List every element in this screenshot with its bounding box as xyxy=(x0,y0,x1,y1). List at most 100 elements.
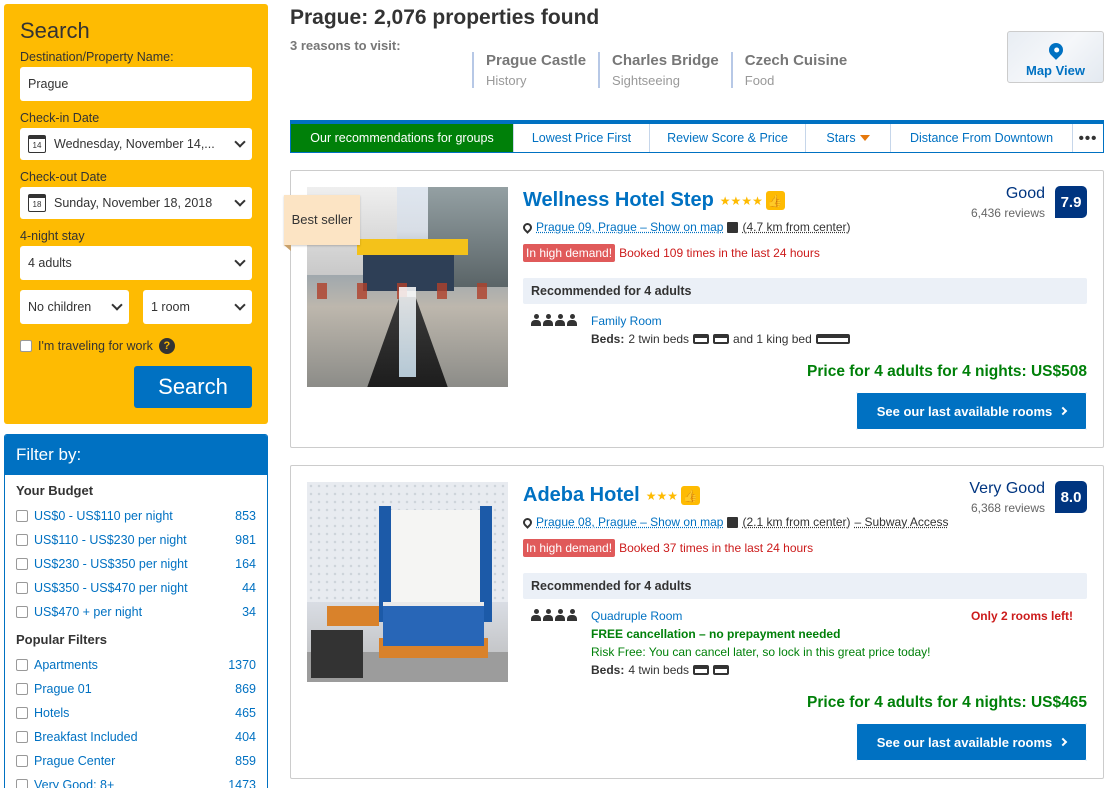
beds-text: and 1 king bed xyxy=(733,332,812,346)
destination-input[interactable]: Prague xyxy=(20,67,252,101)
hotel-location: Prague 09, Prague – Show on map (4.7 km … xyxy=(521,220,851,234)
map-view-button[interactable]: Map View xyxy=(1007,31,1104,83)
checkin-label: Check-in Date xyxy=(20,111,100,125)
filter-checkbox[interactable] xyxy=(16,510,28,522)
see-rooms-button[interactable]: See our last available rooms xyxy=(856,723,1087,761)
beds-label: Beds: xyxy=(591,663,625,677)
work-travel-checkbox[interactable] xyxy=(20,340,32,352)
risk-free-text: Risk Free: You can cancel later, so lock… xyxy=(591,645,931,659)
destination-label: Destination/Property Name: xyxy=(20,50,174,64)
search-title: Search xyxy=(20,18,90,43)
filter-count: 404 xyxy=(235,730,256,744)
filter-label: Prague 01 xyxy=(34,682,92,696)
filter-checkbox[interactable] xyxy=(16,582,28,594)
filter-item[interactable]: US$470 + per night 34 xyxy=(16,600,256,624)
chevron-down-icon xyxy=(234,195,246,207)
popular-filter-section: Popular Filters Apartments 1370 Prague 01… xyxy=(5,624,267,788)
filter-item[interactable]: US$110 - US$230 per night 981 xyxy=(16,528,256,552)
occupancy-icons xyxy=(531,609,577,621)
search-button[interactable]: Search xyxy=(134,366,252,408)
filter-checkbox[interactable] xyxy=(16,534,28,546)
bed-icon xyxy=(693,665,710,675)
children-select[interactable]: No children xyxy=(20,290,129,324)
hotel-name[interactable]: Adeba Hotel xyxy=(523,484,640,507)
chevron-right-icon xyxy=(1059,737,1068,747)
rooms-value: 1 room xyxy=(151,300,190,314)
thumbs-up-icon: 👍 xyxy=(765,191,785,210)
map-pin-icon xyxy=(1045,40,1066,60)
checkout-date-picker[interactable]: 18 Sunday, November 18, 2018 xyxy=(20,187,252,219)
filter-item[interactable]: US$230 - US$350 per night 164 xyxy=(16,552,256,576)
show-on-map-link[interactable]: Prague 08, Prague – Show on map xyxy=(536,515,723,529)
filter-count: 1473 xyxy=(228,778,256,788)
chevron-down-icon xyxy=(111,299,123,311)
hotel-location: Prague 08, Prague – Show on map (2.1 km … xyxy=(521,515,949,529)
filter-item[interactable]: Hotels 465 xyxy=(16,701,256,725)
room-type-link[interactable]: Family Room xyxy=(591,314,662,328)
show-on-map-link[interactable]: Prague 09, Prague – Show on map xyxy=(536,220,723,234)
filter-checkbox[interactable] xyxy=(16,683,28,695)
sort-more-button[interactable]: ••• xyxy=(1073,124,1103,152)
chevron-down-icon xyxy=(234,255,246,267)
filter-checkbox[interactable] xyxy=(16,707,28,719)
reason-item[interactable]: Czech Cuisine Food xyxy=(730,52,860,88)
filter-item[interactable]: Prague 01 869 xyxy=(16,677,256,701)
sort-tab-lowest-price[interactable]: Lowest Price First xyxy=(514,124,650,152)
rooms-select[interactable]: 1 room xyxy=(143,290,252,324)
person-icon xyxy=(555,314,565,326)
filter-label: Hotels xyxy=(34,706,70,720)
search-panel: Search Destination/Property Name: Prague… xyxy=(4,4,268,424)
filter-item[interactable]: US$0 - US$110 per night 853 xyxy=(16,504,256,528)
reason-item[interactable]: Charles Bridge Sightseeing xyxy=(598,52,731,88)
booked-count-text: Booked 109 times in the last 24 hours xyxy=(619,246,820,260)
free-cancellation-text: FREE cancellation – no prepayment needed xyxy=(591,627,841,641)
filter-count: 859 xyxy=(235,754,256,768)
work-travel-label[interactable]: I'm traveling for work xyxy=(38,339,153,353)
hotel-name[interactable]: Wellness Hotel Step xyxy=(523,189,714,212)
sort-tab-review-score-price[interactable]: Review Score & Price xyxy=(650,124,806,152)
person-icon xyxy=(567,314,577,326)
star-rating: ★★★★ xyxy=(719,193,763,208)
filter-checkbox[interactable] xyxy=(16,755,28,767)
review-count[interactable]: 6,368 reviews xyxy=(971,501,1045,515)
sort-tab-stars[interactable]: Stars xyxy=(806,124,891,152)
reason-name: Charles Bridge xyxy=(612,52,719,69)
filter-label: US$0 - US$110 per night xyxy=(34,509,173,523)
filter-checkbox[interactable] xyxy=(16,606,28,618)
filter-label: Very Good: 8+ xyxy=(34,778,115,788)
filter-checkbox[interactable] xyxy=(16,659,28,671)
review-score-badge: 8.0 xyxy=(1055,481,1087,513)
sort-tab-stars-label: Stars xyxy=(826,131,856,145)
reason-category: Food xyxy=(744,73,775,88)
checkin-value: Wednesday, November 14,... xyxy=(54,137,215,151)
filter-item[interactable]: Prague Center 859 xyxy=(16,749,256,773)
person-icon xyxy=(543,609,553,621)
person-icon xyxy=(555,609,565,621)
sort-tab-distance[interactable]: Distance From Downtown xyxy=(891,124,1073,152)
filter-item[interactable]: Very Good: 8+ 1473 xyxy=(16,773,256,788)
high-demand-badge: In high demand! xyxy=(523,539,616,557)
filter-item[interactable]: Breakfast Included 404 xyxy=(16,725,256,749)
sort-tab-recommendations[interactable]: Our recommendations for groups xyxy=(291,124,514,152)
review-count[interactable]: 6,436 reviews xyxy=(971,206,1045,220)
work-travel-option: I'm traveling for work ? xyxy=(20,338,252,354)
see-rooms-button[interactable]: See our last available rooms xyxy=(856,392,1087,430)
filter-checkbox[interactable] xyxy=(16,779,28,788)
review-score-badge: 7.9 xyxy=(1055,186,1087,218)
person-icon xyxy=(531,609,541,621)
checkin-date-picker[interactable]: 14 Wednesday, November 14,... xyxy=(20,128,252,160)
adults-select[interactable]: 4 adults xyxy=(20,246,252,280)
filter-label: US$350 - US$470 per night xyxy=(34,581,188,595)
hotel-name-row: Wellness Hotel Step ★★★★ 👍 xyxy=(523,189,785,212)
filter-checkbox[interactable] xyxy=(16,731,28,743)
room-type-link[interactable]: Quadruple Room xyxy=(591,609,682,623)
filter-item[interactable]: US$350 - US$470 per night 44 xyxy=(16,576,256,600)
hotel-photo[interactable] xyxy=(307,482,508,682)
stay-length-label: 4-night stay xyxy=(20,229,85,243)
filter-item[interactable]: Apartments 1370 xyxy=(16,653,256,677)
reason-item[interactable]: Prague Castle History xyxy=(472,52,598,88)
occupancy-icons xyxy=(531,314,577,326)
filter-checkbox[interactable] xyxy=(16,558,28,570)
help-icon[interactable]: ? xyxy=(158,338,175,354)
budget-title: Your Budget xyxy=(16,483,94,498)
